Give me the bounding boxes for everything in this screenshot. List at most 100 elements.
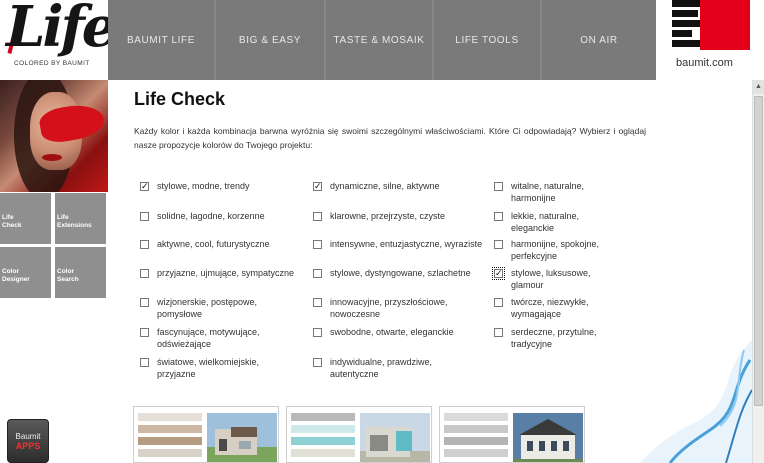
tile-label: Color Designer [2,268,30,283]
option-label: harmonijne, spokojne, perfekcyjne [511,239,600,261]
option-checkbox[interactable] [313,212,322,221]
nav-baumit-life[interactable]: BAUMIT LIFE [108,0,216,80]
page-title: Life Check [134,89,226,109]
option-item[interactable]: klarowne, przejrzyste, czyste [313,210,483,222]
option-checkbox[interactable] [492,267,505,280]
option-label: serdeczne, przytulne, tradycyjne [511,327,597,349]
color-swatch [291,425,355,433]
option-checkbox[interactable] [140,298,149,307]
option-label: światowe, wielkomiejskie, przyjazne [157,357,260,379]
house-photo [207,413,277,462]
option-label: witalne, naturalne, harmonijne [511,181,585,203]
option-item[interactable]: światowe, wielkomiejskie, przyjazne [140,356,300,380]
life-logo[interactable]: Life COLORED BY BAUMIT [0,0,117,80]
color-swatch [444,425,508,433]
option-label: aktywne, cool, futurystyczne [157,239,270,249]
color-swatch [138,437,202,445]
option-checkbox[interactable] [313,328,322,337]
house-photo [513,413,583,462]
option-item[interactable]: harmonijne, spokojne, perfekcyjne [494,238,622,262]
option-item[interactable]: stylowe, dystyngowane, szlachetne [313,267,483,279]
tile-life-check[interactable]: Life Check [0,193,51,244]
option-label: twórcze, niezwykłe, wymagające [511,297,589,319]
baumit-brand[interactable]: baumit.com [656,0,764,80]
splash-decoration-image [640,340,752,463]
option-item[interactable]: serdeczne, przytulne, tradycyjne [494,326,622,350]
option-label: klarowne, przejrzyste, czyste [330,211,446,221]
option-checkbox[interactable] [313,358,322,367]
option-item[interactable]: witalne, naturalne, harmonijne [494,180,622,204]
option-checkbox[interactable] [140,180,149,192]
option-item[interactable]: indywidualne, prawdziwe, autentyczne [313,356,483,380]
option-label: przyjazne, ujmujące, sympatyczne [157,268,295,278]
color-swatch [138,413,202,421]
option-label: stylowe, modne, trendy [157,181,250,191]
tile-color-designer[interactable]: Color Designer [0,247,51,298]
nav-on-air[interactable]: ON AIR [542,0,656,80]
option-item[interactable]: stylowe, modne, trendy [140,180,300,192]
scrollbar-thumb[interactable] [754,96,763,406]
option-checkbox[interactable] [140,328,149,337]
page-scrollbar[interactable]: ▲ [752,80,764,463]
nav-taste-mosaik[interactable]: TASTE & MOSAIK [326,0,434,80]
option-label: intensywne, entuzjastyczne, wyraziste [330,239,483,249]
option-item[interactable]: aktywne, cool, futurystyczne [140,238,300,250]
color-swatch [138,425,202,433]
option-item[interactable]: fascynujące, motywujące, odświeżające [140,326,300,350]
tile-label: Life Extensions [57,214,92,229]
house-photo [360,413,430,462]
option-checkbox[interactable] [313,240,322,249]
option-checkbox[interactable] [494,182,503,191]
option-item[interactable]: stylowe, luksusowe, glamour [492,267,622,291]
brand-url: baumit.com [676,57,733,69]
option-checkbox[interactable] [494,212,503,221]
logo-wordmark: Life [6,0,117,60]
option-item[interactable]: solidne, łagodne, korzenne [140,210,300,222]
option-checkbox[interactable] [494,328,503,337]
option-item[interactable]: intensywne, entuzjastyczne, wyraziste [313,238,483,250]
option-checkbox[interactable] [494,298,503,307]
baumit-logo-icon [672,0,750,50]
option-label: solidne, łagodne, korzenne [157,211,265,221]
color-swatch [444,449,508,457]
color-swatch [291,413,355,421]
option-item[interactable]: wizjonerskie, postępowe, pomysłowe [140,296,300,320]
option-checkbox[interactable] [140,269,149,278]
option-item[interactable]: swobodne, otwarte, eleganckie [313,326,483,338]
logo-tagline: COLORED BY BAUMIT [14,60,90,67]
option-label: indywidualne, prawdziwe, autentyczne [330,357,433,379]
color-proposal-card-3[interactable] [439,406,585,463]
color-swatch [291,437,355,445]
option-item[interactable]: przyjazne, ujmujące, sympatyczne [140,267,300,279]
option-checkbox[interactable] [140,358,149,367]
option-item[interactable]: twórcze, niezwykłe, wymagające [494,296,622,320]
option-checkbox[interactable] [140,240,149,249]
color-proposal-card-1[interactable] [133,406,279,463]
color-swatch [291,449,355,457]
option-checkbox[interactable] [494,240,503,249]
tile-label: Color Search [57,268,79,283]
option-checkbox[interactable] [313,269,322,278]
option-checkbox[interactable] [313,298,322,307]
option-checkbox[interactable] [313,180,322,192]
scroll-up-icon[interactable]: ▲ [753,80,764,94]
tile-life-extensions[interactable]: Life Extensions [55,193,106,244]
tile-color-search[interactable]: Color Search [55,247,106,298]
color-swatch [444,413,508,421]
option-checkbox[interactable] [140,212,149,221]
option-item[interactable]: lekkie, naturalne, eleganckie [494,210,622,234]
baumit-apps-button[interactable]: Baumit APPS [7,419,49,463]
option-item[interactable]: innowacyjne, przyszłościowe, nowoczesne [313,296,483,320]
tile-label: Life Check [2,214,22,229]
apps-label: APPS [15,440,41,451]
nav-life-tools[interactable]: LIFE TOOLS [434,0,542,80]
nav-big-easy[interactable]: BIG & EASY [216,0,326,80]
option-label: lekkie, naturalne, eleganckie [511,211,580,233]
option-item[interactable]: dynamiczne, silne, aktywne [313,180,483,192]
option-label: stylowe, luksusowe, glamour [511,268,591,290]
option-label: stylowe, dystyngowane, szlachetne [330,268,471,278]
color-proposal-card-2[interactable] [286,406,432,463]
apps-brand: Baumit [15,431,41,441]
option-label: swobodne, otwarte, eleganckie [330,327,454,337]
top-navigation: BAUMIT LIFE BIG & EASY TASTE & MOSAIK LI… [108,0,656,80]
